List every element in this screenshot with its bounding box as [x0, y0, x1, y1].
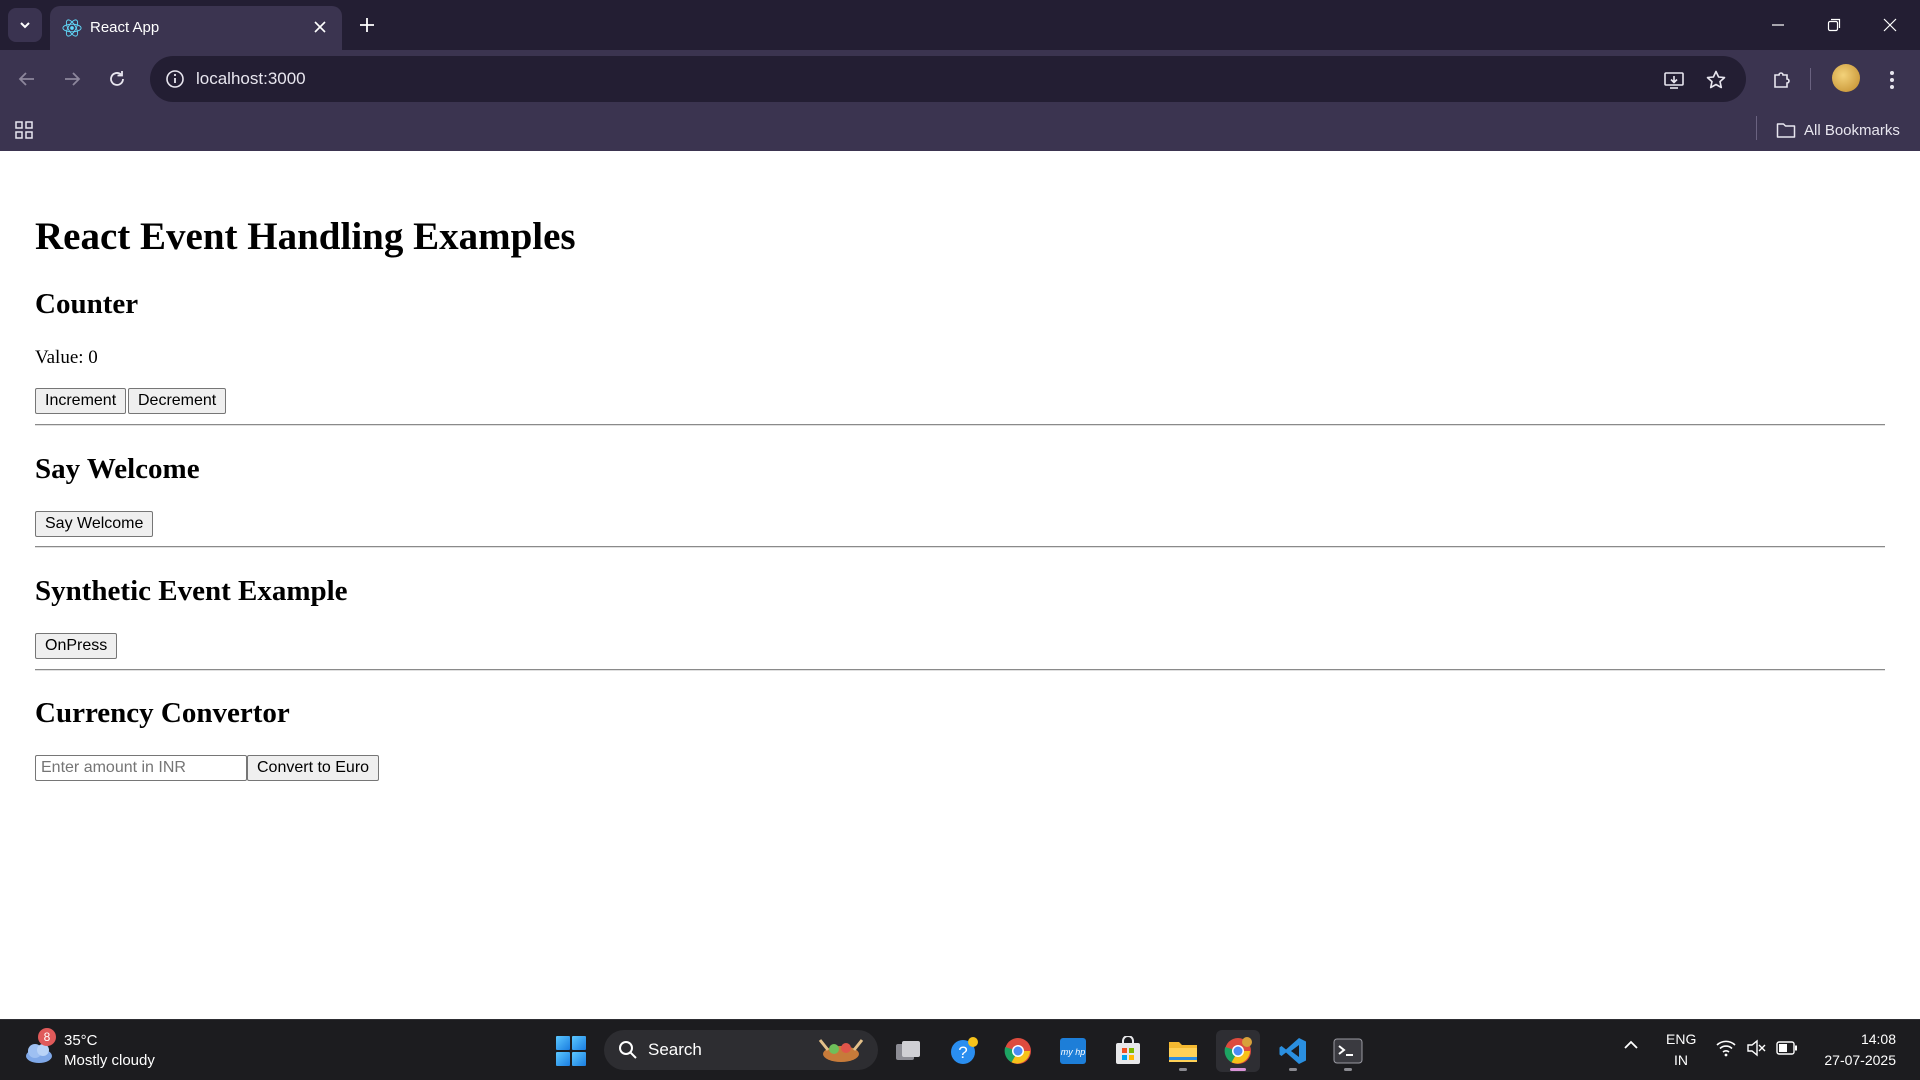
- show-hidden-icons[interactable]: [1622, 1038, 1640, 1055]
- search-label: Search: [648, 1040, 702, 1059]
- puzzle-icon: [1774, 72, 1790, 88]
- reload-icon: [110, 71, 124, 86]
- arrow-right-icon: [65, 72, 81, 86]
- chrome-icon: [1224, 1037, 1252, 1064]
- taskbar-app-chrome-active[interactable]: [1216, 1030, 1260, 1072]
- close-window-button[interactable]: [1862, 0, 1918, 50]
- wifi-icon: [1716, 1040, 1736, 1057]
- taskbar: 8 35°C Mostly cloudy Search ? my hp ENG …: [0, 1019, 1920, 1080]
- folder-icon: [1169, 1042, 1197, 1062]
- taskbar-app-help[interactable]: ?: [942, 1030, 986, 1072]
- tab-close-button[interactable]: [308, 15, 332, 39]
- increment-button[interactable]: Increment: [35, 388, 127, 414]
- more-vert-icon: [1890, 71, 1894, 89]
- divider: [35, 546, 1885, 548]
- taskbar-app-store[interactable]: [1106, 1030, 1150, 1072]
- minimize-icon: [1772, 24, 1784, 26]
- running-indicator: [1179, 1068, 1187, 1071]
- folder-icon: [1776, 123, 1796, 138]
- say-welcome-button[interactable]: Say Welcome: [35, 511, 154, 537]
- close-icon: [1883, 18, 1897, 32]
- profile-avatar[interactable]: [1832, 64, 1860, 92]
- new-tab-button[interactable]: [352, 10, 382, 40]
- toolbar-divider: [1810, 68, 1811, 90]
- all-bookmarks-label: All Bookmarks: [1804, 121, 1900, 139]
- taskbar-search[interactable]: Search: [604, 1030, 878, 1070]
- counter-heading: Counter: [35, 288, 139, 320]
- install-app-icon[interactable]: [1660, 66, 1688, 94]
- svg-text:my hp: my hp: [1061, 1047, 1086, 1057]
- task-view-icon: [896, 1041, 920, 1060]
- chrome-icon: [1004, 1038, 1031, 1064]
- site-info-icon[interactable]: [162, 66, 188, 92]
- active-indicator: [1230, 1068, 1246, 1071]
- taskbar-app-chrome[interactable]: [996, 1030, 1040, 1072]
- restore-button[interactable]: [1806, 0, 1862, 50]
- minimize-button[interactable]: [1750, 0, 1806, 50]
- welcome-heading: Say Welcome: [35, 453, 200, 485]
- address-bar[interactable]: localhost:3000: [150, 56, 1746, 102]
- clock-date: 27-07-2025: [1824, 1052, 1896, 1068]
- battery-icon: [1776, 1041, 1797, 1055]
- language-bottom: IN: [1674, 1052, 1688, 1068]
- bookmarks-divider: [1756, 116, 1757, 140]
- convert-to-euro-button[interactable]: Convert to Euro: [247, 755, 380, 781]
- plus-icon: [360, 18, 374, 32]
- onpress-button[interactable]: OnPress: [35, 633, 118, 659]
- counter-value: Value: 0: [35, 347, 98, 368]
- decrement-button[interactable]: Decrement: [128, 388, 227, 414]
- arrow-left-icon: [18, 72, 34, 86]
- bookmarks-bar: All Bookmarks: [0, 108, 1920, 151]
- inr-amount-input[interactable]: [35, 755, 247, 781]
- page-content: React Event Handling Examples Counter Va…: [0, 151, 1920, 1019]
- divider: [35, 669, 1885, 671]
- clock-time: 14:08: [1860, 1031, 1896, 1047]
- language-top: ENG: [1666, 1031, 1697, 1047]
- tab-search-button[interactable]: [8, 8, 42, 42]
- synthetic-heading: Synthetic Event Example: [35, 575, 348, 607]
- taskbar-app-terminal[interactable]: [1326, 1030, 1370, 1072]
- restore-icon: [1827, 18, 1841, 32]
- apps-grid-icon[interactable]: [12, 118, 36, 142]
- browser-menu-button[interactable]: [1874, 62, 1910, 98]
- browser-toolbar: localhost:3000: [0, 50, 1920, 108]
- vscode-icon: [1279, 1038, 1306, 1064]
- reload-button[interactable]: [100, 62, 134, 96]
- speaker-muted-icon: [1747, 1039, 1766, 1057]
- store-icon: [1116, 1036, 1140, 1064]
- currency-heading: Currency Convertor: [35, 697, 290, 729]
- browser-tab-bar: React App: [0, 0, 1920, 50]
- chevron-up-icon: [1624, 1040, 1638, 1049]
- chevron-down-icon: [20, 22, 30, 29]
- weather-temperature: 35°C: [64, 1032, 98, 1049]
- tab-react-app[interactable]: React App: [50, 6, 342, 50]
- search-highlight-icon: [818, 1039, 864, 1062]
- forward-button[interactable]: [55, 62, 89, 96]
- task-view-button[interactable]: [886, 1030, 930, 1072]
- svg-text:?: ?: [958, 1043, 967, 1062]
- close-icon: [314, 21, 326, 33]
- all-bookmarks-button[interactable]: All Bookmarks: [1776, 116, 1900, 144]
- running-indicator: [1344, 1068, 1352, 1071]
- terminal-icon: [1333, 1038, 1363, 1064]
- running-indicator: [1289, 1068, 1297, 1071]
- taskbar-app-myhp[interactable]: my hp: [1051, 1030, 1095, 1072]
- divider: [35, 424, 1885, 426]
- myhp-icon: my hp: [1060, 1038, 1086, 1064]
- help-icon: ?: [951, 1037, 978, 1064]
- windows-logo-icon: [556, 1036, 570, 1050]
- taskbar-app-file-explorer[interactable]: [1161, 1030, 1205, 1072]
- weather-badge: 8: [38, 1028, 56, 1046]
- react-logo-icon: [62, 19, 82, 37]
- page-title: React Event Handling Examples: [35, 215, 576, 258]
- bookmark-star-icon[interactable]: [1702, 66, 1730, 94]
- url-text: localhost:3000: [196, 69, 306, 88]
- tab-title: React App: [90, 19, 160, 36]
- start-button[interactable]: [556, 1036, 586, 1066]
- extensions-button[interactable]: [1764, 62, 1800, 98]
- taskbar-app-vscode[interactable]: [1271, 1030, 1315, 1072]
- weather-description: Mostly cloudy: [64, 1052, 155, 1069]
- search-icon: [619, 1041, 637, 1059]
- back-button[interactable]: [10, 62, 44, 96]
